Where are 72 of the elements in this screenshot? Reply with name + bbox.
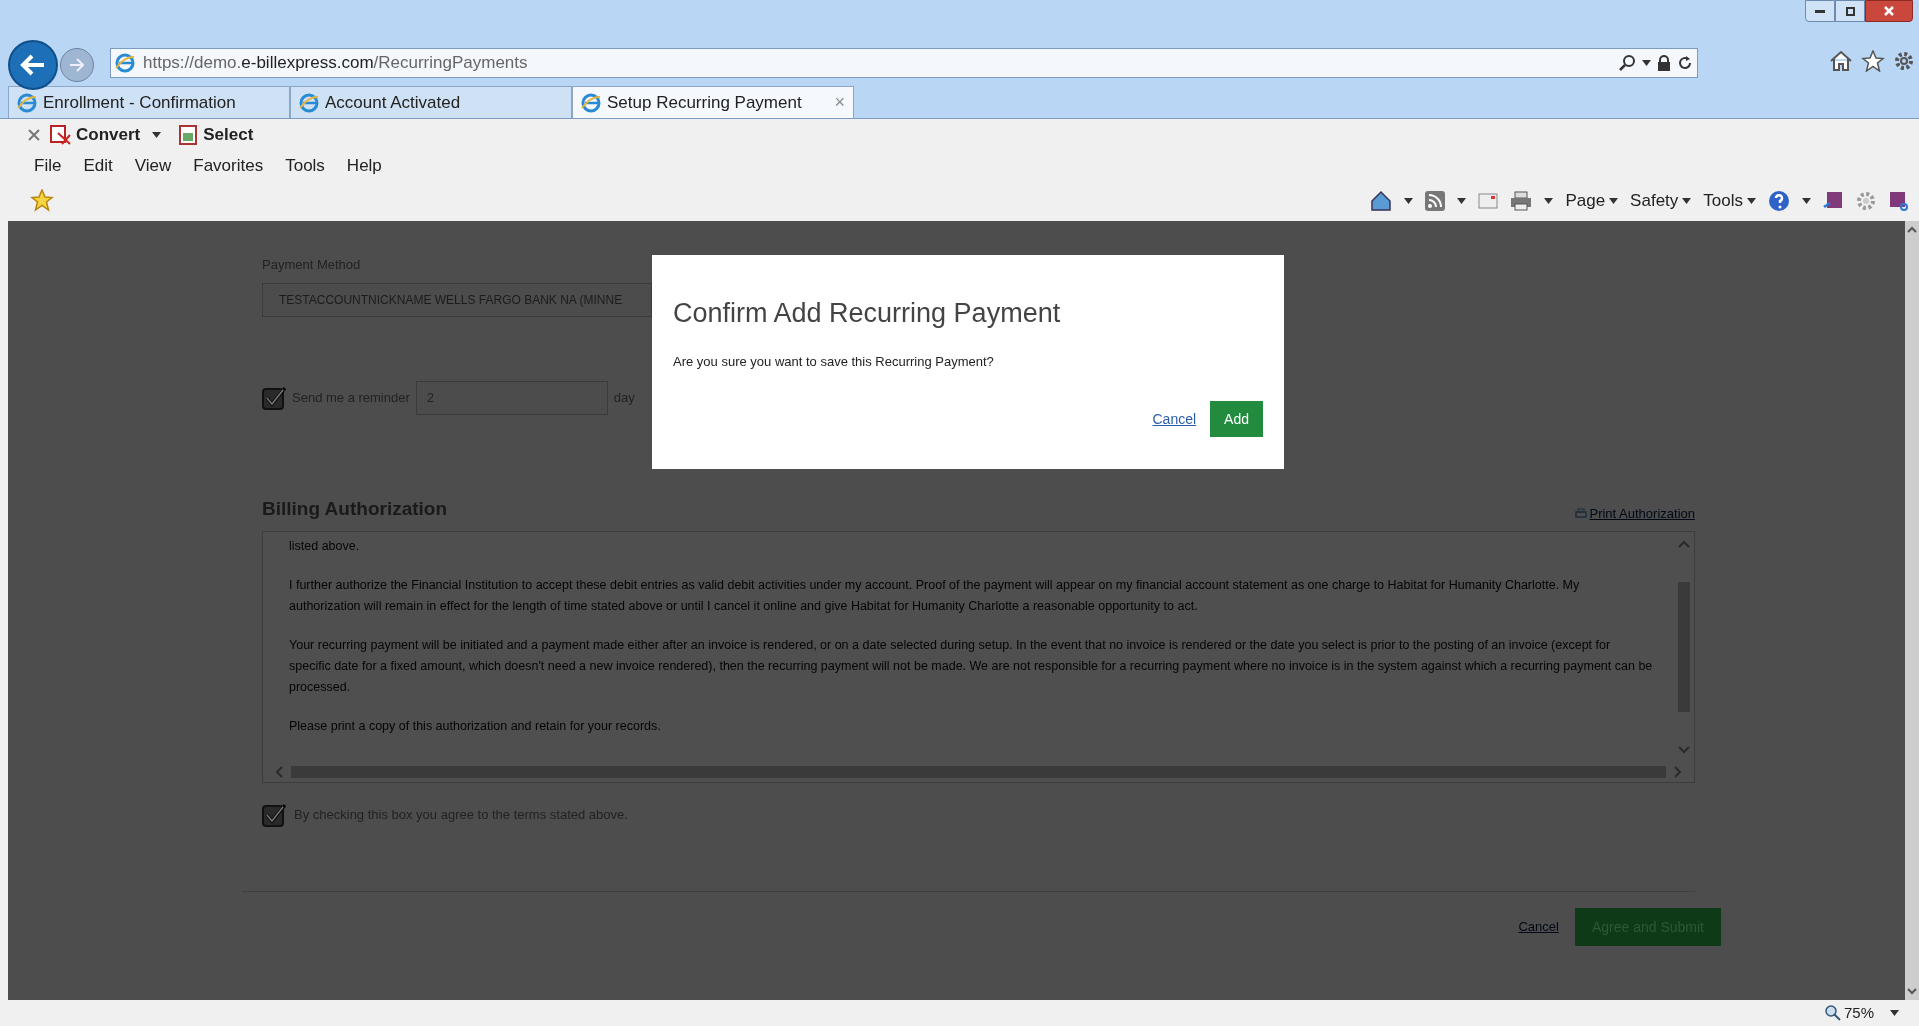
toolbar-menu-button[interactable]: Page	[1565, 188, 1606, 214]
convert-button[interactable]: Convert	[76, 121, 141, 148]
menu-item[interactable]: File	[34, 152, 62, 179]
print-icon[interactable]	[1510, 191, 1533, 211]
tab-label: Account Activated	[325, 91, 461, 114]
address-bar[interactable]: https://demo.e-billexpress.com/RecurringPayments	[110, 48, 1698, 78]
chevron-up-icon	[1907, 225, 1917, 233]
menu-item[interactable]: Help	[346, 152, 382, 179]
chevron-up-icon	[1678, 540, 1690, 548]
caret-icon	[152, 131, 162, 138]
zoom-icon	[1824, 1005, 1841, 1021]
help-icon[interactable]	[1768, 190, 1790, 212]
chevron-right-icon	[1674, 766, 1682, 778]
caret-icon	[1747, 198, 1756, 204]
chevron-down-icon	[1678, 746, 1690, 754]
authorization-paragraph: Your recurring payment will be initiated and a payment made either after an invoice is rendered, or on a date selected during setup. In the event that no invoice is rendered or the date you select is prior to the posting of an invoice (except for specific date for a fixed amount, which doesn't need a new invoice rendered), then the recurring payment will not be made. We are not responsible for a recurring payment where no invoice is in the system against which a recurring payment can be processed.	[289, 637, 1654, 696]
browser-tab[interactable]: Account Activated	[290, 86, 572, 118]
caret-icon	[1457, 198, 1467, 204]
caret-icon	[1609, 198, 1619, 204]
restore-button[interactable]	[1835, 0, 1865, 22]
browser-logo-icon	[299, 92, 319, 113]
feed-icon[interactable]	[1425, 191, 1446, 211]
caret-icon	[1404, 198, 1414, 204]
close-icon	[1884, 6, 1894, 16]
refresh-icon[interactable]	[1677, 55, 1693, 71]
toolbar-menu-button[interactable]: Safety	[1630, 188, 1679, 214]
checkbox[interactable]	[262, 803, 286, 827]
menu-item[interactable]: Edit	[83, 152, 113, 179]
tab-label: Enrollment - Confirmation	[43, 91, 236, 114]
zoom-level[interactable]: 75%	[1843, 1001, 1874, 1025]
toolbar-menu-button[interactable]: Tools	[1703, 188, 1743, 214]
menu-item[interactable]: View	[134, 152, 172, 179]
caret-icon	[1890, 1010, 1899, 1016]
browser-logo-icon	[115, 53, 135, 73]
add-button[interactable]: Add	[1210, 401, 1263, 437]
checkbox[interactable]	[262, 385, 286, 410]
menu-item[interactable]: Favorites	[193, 152, 264, 179]
forward-arrow-icon	[69, 58, 85, 72]
page-scrollbar[interactable]	[1905, 221, 1919, 1000]
browser-tab[interactable]: Setup Recurring Payment ×	[572, 86, 854, 118]
close-button[interactable]	[1865, 0, 1913, 22]
tab-label: Setup Recurring Payment	[607, 91, 802, 114]
star-icon[interactable]	[1861, 50, 1885, 72]
chevron-left-icon	[275, 766, 283, 778]
authorization-paragraph: I further authorize the Financial Institution to accept these debit entries as valid debit activities under my account. Proof of the payment will appear on my financial account statement as one charge to Habitat for Humanity Charlotte. My authorization will remain in effect for the length of time stated above or until I cancel it online and give Habitat for Humanity Charlotte a reasonable opportunity to act.	[289, 577, 1581, 615]
settings-icon[interactable]	[1893, 50, 1915, 72]
select-button[interactable]: Select	[203, 121, 254, 148]
mail-icon[interactable]	[1478, 193, 1499, 209]
search-icon[interactable]	[1618, 54, 1636, 72]
caret-icon	[1802, 198, 1811, 204]
cancel-link[interactable]: Cancel	[1152, 408, 1197, 430]
chevron-down-icon	[1907, 988, 1917, 996]
caret-icon	[1642, 60, 1651, 66]
home-icon[interactable]	[1370, 190, 1393, 212]
menu-item[interactable]: Tools	[285, 152, 325, 179]
authorization-paragraph: Please print a copy of this authorization and retain for your records.	[289, 718, 662, 735]
url-text: https://demo.e-billexpress.com/RecurringPayments	[143, 52, 528, 75]
browser-tab[interactable]: Enrollment - Confirmation	[8, 86, 290, 118]
dialog-message: Are you sure you want to save this Recurring Payment?	[673, 352, 995, 371]
favorites-star-icon[interactable]	[30, 189, 54, 213]
dialog-title: Confirm Add Recurring Payment	[673, 297, 1062, 330]
home-icon[interactable]	[1829, 50, 1853, 72]
caret-icon	[1544, 198, 1554, 204]
browser-logo-icon	[17, 92, 37, 113]
caret-icon	[1682, 198, 1692, 204]
back-arrow-icon	[20, 54, 46, 76]
browser-logo-icon	[581, 92, 601, 113]
close-icon[interactable]	[28, 128, 40, 141]
lock-icon	[1657, 55, 1671, 71]
print-icon	[1575, 507, 1588, 519]
minimize-button[interactable]	[1805, 0, 1835, 22]
authorization-paragraph: listed above.	[289, 538, 361, 555]
